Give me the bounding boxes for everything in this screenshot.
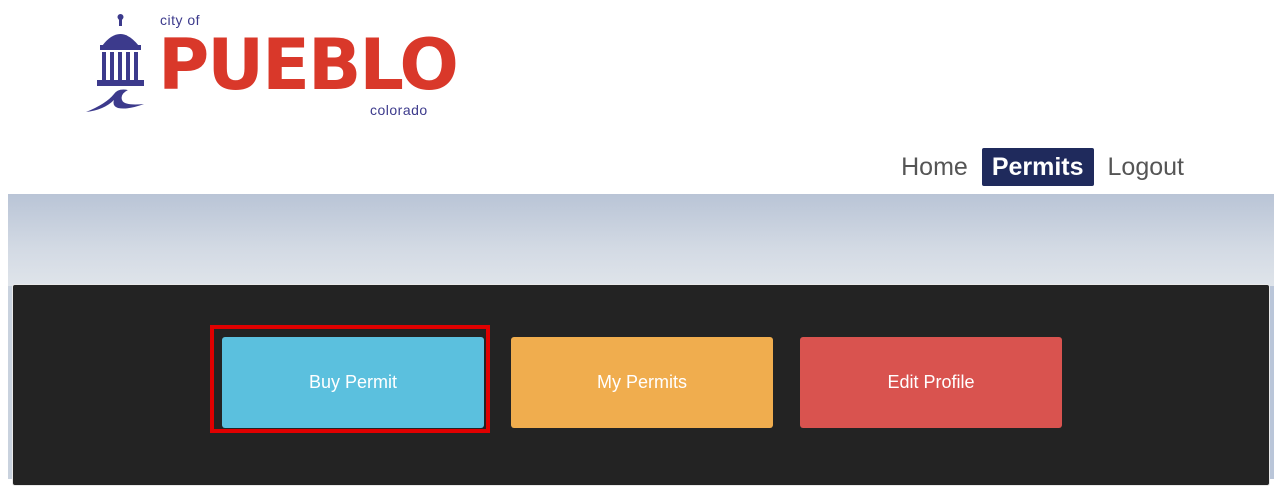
action-panel: Buy Permit My Permits Edit Profile — [12, 284, 1270, 486]
city-logo[interactable]: city of PUEBLO colorado — [84, 12, 464, 120]
edit-profile-button[interactable]: Edit Profile — [800, 337, 1062, 428]
logo-name-text: PUEBLO — [158, 24, 459, 106]
hero-sky-background — [8, 194, 1274, 286]
logo-state-text: colorado — [370, 102, 428, 118]
nav-home-link[interactable]: Home — [891, 148, 978, 186]
nav-logout-link[interactable]: Logout — [1098, 148, 1194, 186]
my-permits-button[interactable]: My Permits — [511, 337, 773, 428]
main-nav: Home Permits Logout — [891, 148, 1194, 186]
nav-permits-link[interactable]: Permits — [981, 148, 1094, 186]
buy-permit-button[interactable]: Buy Permit — [222, 337, 484, 428]
capitol-dome-river-icon — [86, 14, 144, 112]
hero-banner: Buy Permit My Permits Edit Profile — [8, 194, 1274, 486]
